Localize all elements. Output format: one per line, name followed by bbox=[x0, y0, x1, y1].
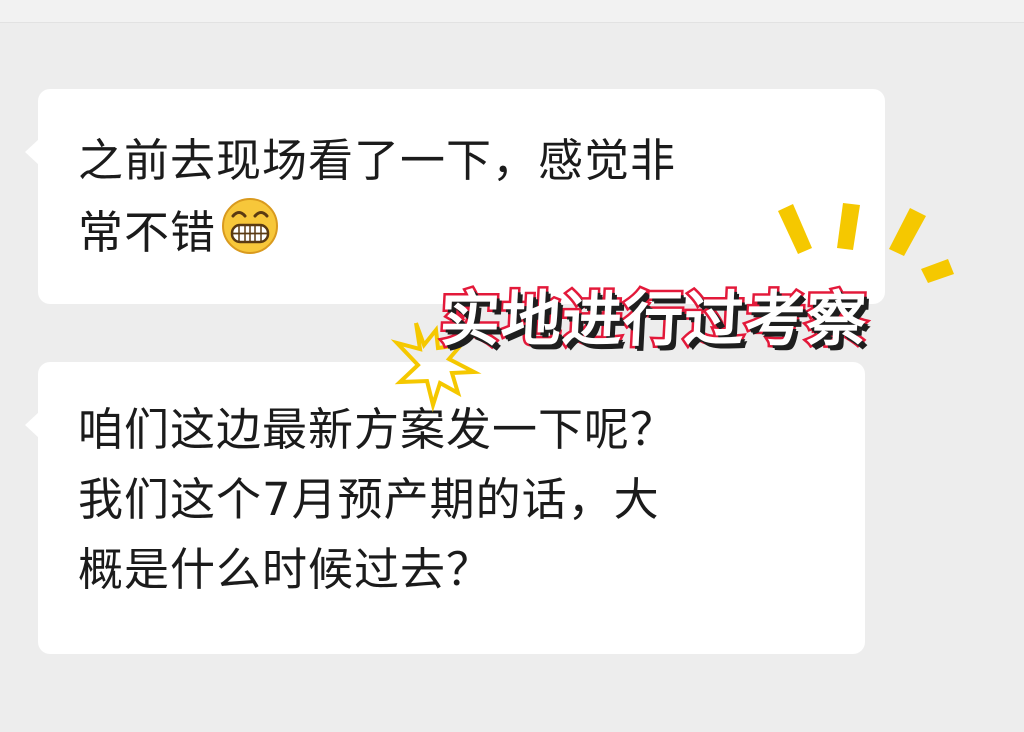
decoration-overlay bbox=[390, 203, 954, 413]
emphasis-rays-icon bbox=[778, 203, 954, 283]
highlight-banner: 实地进行过考察 bbox=[436, 283, 872, 358]
